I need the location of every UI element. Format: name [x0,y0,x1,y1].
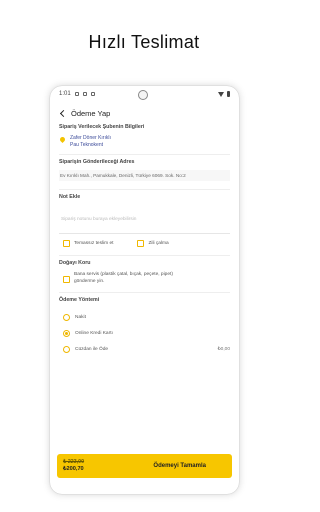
divider [59,292,230,293]
contactless-label: Temassız teslim et [74,241,114,246]
no-cutlery-checkbox[interactable] [63,276,70,283]
card-radio[interactable] [63,329,70,337]
phone-frame: 1:01 Ödeme Yap Sipariş Verilecek Şubenin… [50,86,239,494]
wifi-icon [218,91,224,97]
page-title: Ödeme Yap [71,108,111,118]
no-bell-option[interactable]: Zili çalma [137,240,169,247]
battery-icon [227,91,230,97]
contactless-checkbox[interactable] [63,240,70,247]
wallet-balance: ₺0,00 [217,346,230,352]
payment-option-cash[interactable]: Nakit [63,312,230,322]
no-cutlery-label-line1: Bana servis (plastik çatal, bıçak, peçet… [74,272,173,277]
address-section-title: Siparişin Gönderileceği Adres [59,159,135,165]
shield-icon [82,92,87,96]
no-bell-checkbox[interactable] [137,240,145,247]
headline: Hızlı Teslimat [88,32,200,52]
status-time: 1:01 [59,91,71,97]
wallet-label: Cüzdan ile Öde [75,346,109,352]
payment-section-title: Ödeme Yöntemi [59,297,100,303]
contactless-option[interactable]: Temassız teslim et [63,240,113,247]
checkout-bar-inner: ₺ 223,00 ₺200,70 Ödemeyi Tamamla [57,454,232,478]
status-bar: 1:01 [50,86,239,102]
price-summary: ₺ 223,00 ₺200,70 [63,459,84,473]
camera-cutout [138,90,148,100]
cash-radio[interactable] [63,313,70,321]
checkout-content: Sipariş Verilecek Şubenin Bilgileri Zafe… [50,124,239,354]
nature-section-title: Doğayı Koru [59,260,91,266]
app-bar: Ödeme Yap [50,102,239,124]
notification-icon [74,92,79,96]
notes-section-title: Not Ekle [59,194,81,200]
order-note-input[interactable]: Sipariş notunu buraya ekleyebilirsin [59,204,230,234]
no-cutlery-label-line2: gönderme yin. [74,279,105,284]
app-icon [90,92,95,96]
nature-option[interactable]: Bana servis (plastik çatal, bıçak, peçet… [63,271,230,285]
order-note-placeholder: Sipariş notunu buraya ekleyebilirsin [61,217,137,222]
branch-name: Zafer Döner Kırıklı [70,135,111,141]
payment-option-wallet[interactable]: Cüzdan ile Öde ₺0,00 [63,344,230,354]
no-bell-label: Zili çalma [148,241,169,246]
branch-section-title: Sipariş Verilecek Şubenin Bilgileri [59,124,145,130]
wallet-radio[interactable] [63,345,70,353]
divider [59,255,230,256]
delivery-options: Temassız teslim et Zili çalma [63,240,230,247]
divider [59,189,230,190]
location-pin-icon [58,135,67,144]
cash-label: Nakit [75,314,86,320]
discounted-price: ₺200,70 [63,466,84,472]
back-arrow-icon[interactable] [59,109,68,117]
branch-info: Zafer Döner Kırıklı Pau Teknokent [58,135,230,149]
card-label: Online Kredi Kartı [75,330,113,336]
delivery-address[interactable]: Ev Kırıklı Mah., Pamukkale, Denizli, Tür… [59,170,230,181]
complete-payment-button[interactable]: Ödemeyi Tamamla [153,463,206,469]
original-price: ₺ 223,00 [63,459,85,465]
divider [59,154,230,155]
branch-location: Pau Teknokent [70,142,103,148]
payment-option-card[interactable]: Online Kredi Kartı [63,328,230,338]
checkout-bar: ₺ 223,00 ₺200,70 Ödemeyi Tamamla [50,454,239,478]
